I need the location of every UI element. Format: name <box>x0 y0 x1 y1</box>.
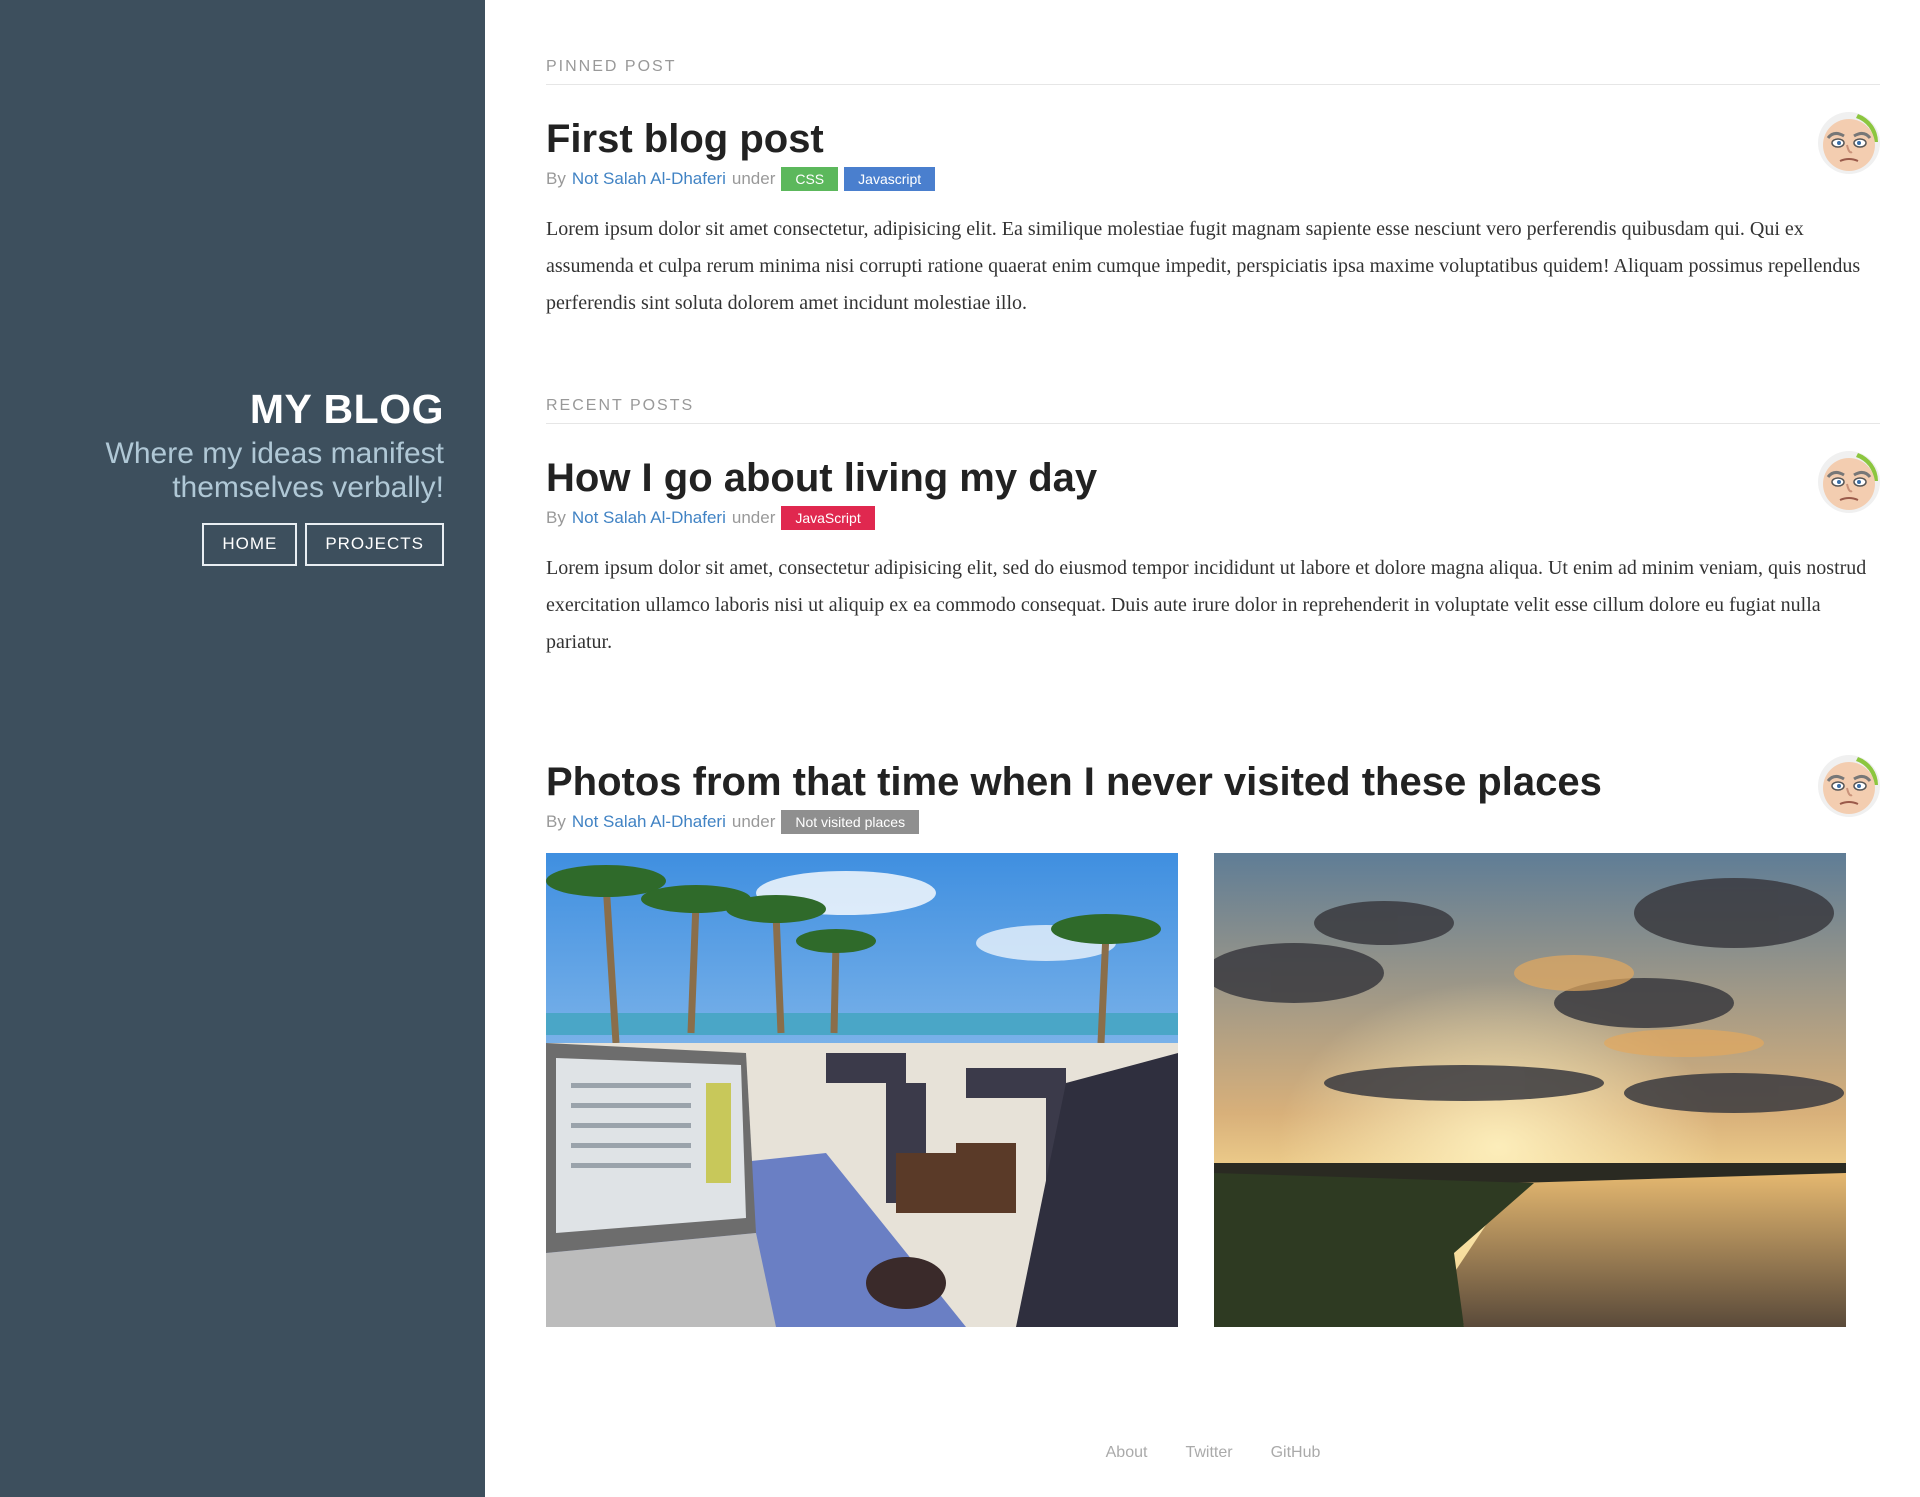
under-label: under <box>731 508 776 527</box>
main-content: PINNED POST First blog post By Not Salah… <box>546 0 1880 1327</box>
pinned-section-label: PINNED POST <box>546 58 1880 85</box>
tag-css[interactable]: CSS <box>781 167 839 191</box>
by-label: By <box>546 169 566 188</box>
post-meta: By Not Salah Al-Dhaferi under JavaScript <box>546 506 1880 530</box>
avatar-face-icon <box>1818 755 1880 817</box>
patio-cafe-photo[interactable] <box>546 853 1178 1327</box>
footer-github-link[interactable]: GitHub <box>1271 1444 1321 1462</box>
footer-about-link[interactable]: About <box>1106 1444 1148 1462</box>
patio-cafe-image <box>546 853 1178 1327</box>
author-link[interactable]: Not Salah Al-Dhaferi <box>572 811 726 833</box>
under-label: under <box>731 812 776 831</box>
tagline-line-2: themselves verbally! <box>172 471 444 504</box>
photo-gallery <box>546 853 1880 1327</box>
footer: About Twitter GitHub <box>546 1444 1880 1462</box>
author-link[interactable]: Not Salah Al-Dhaferi <box>572 168 726 190</box>
projects-button[interactable]: PROJECTS <box>305 523 444 566</box>
post-title[interactable]: Photos from that time when I never visit… <box>546 758 1880 806</box>
author-avatar[interactable] <box>1818 112 1880 174</box>
post-title[interactable]: How I go about living my day <box>546 454 1880 502</box>
recent-post-1: How I go about living my day By Not Sala… <box>546 451 1880 661</box>
post-body: Lorem ipsum dolor sit amet, consectetur … <box>546 557 1867 653</box>
sidebar: MY BLOG Where my ideas manifest themselv… <box>0 0 485 1497</box>
tag-javascript[interactable]: JavaScript <box>781 506 875 530</box>
sunset-marsh-image <box>1214 853 1846 1327</box>
brand: MY BLOG Where my ideas manifest themselv… <box>4 385 444 566</box>
recent-section-label: RECENT POSTS <box>546 397 1880 424</box>
blog-title[interactable]: MY BLOG <box>4 385 444 433</box>
blog-tagline: Where my ideas manifest themselves verba… <box>4 437 444 505</box>
avatar-face-icon <box>1818 112 1880 174</box>
post-meta: By Not Salah Al-Dhaferi under Not visite… <box>546 810 1880 834</box>
sunset-marsh-photo[interactable] <box>1214 853 1846 1327</box>
by-label: By <box>546 812 566 831</box>
pinned-post: First blog post By Not Salah Al-Dhaferi … <box>546 112 1880 322</box>
tagline-line-1: Where my ideas manifest <box>105 437 444 470</box>
author-avatar[interactable] <box>1818 755 1880 817</box>
post-title[interactable]: First blog post <box>546 115 1880 163</box>
author-avatar[interactable] <box>1818 451 1880 513</box>
post-meta: By Not Salah Al-Dhaferi under CSS Javasc… <box>546 167 1880 191</box>
footer-twitter-link[interactable]: Twitter <box>1185 1444 1232 1462</box>
tag-javascript[interactable]: Javascript <box>844 167 936 191</box>
avatar-face-icon <box>1818 451 1880 513</box>
recent-post-2: Photos from that time when I never visit… <box>546 755 1880 1327</box>
author-link[interactable]: Not Salah Al-Dhaferi <box>572 507 726 529</box>
tag-not-visited-places[interactable]: Not visited places <box>781 810 920 834</box>
main-nav: HOME PROJECTS <box>4 523 444 566</box>
by-label: By <box>546 508 566 527</box>
post-body: Lorem ipsum dolor sit amet consectetur, … <box>546 218 1861 314</box>
home-button[interactable]: HOME <box>202 523 298 566</box>
under-label: under <box>731 169 776 188</box>
